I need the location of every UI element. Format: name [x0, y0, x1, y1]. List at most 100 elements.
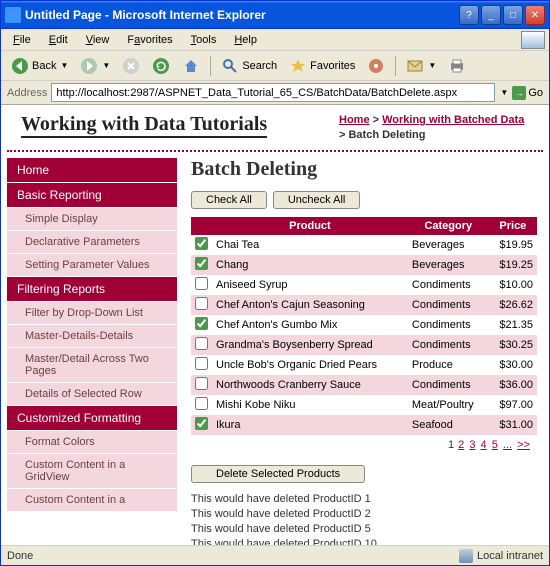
nav-format-colors[interactable]: Format Colors — [7, 431, 177, 454]
cell-category: Beverages — [408, 255, 489, 275]
table-row: Chai TeaBeverages$19.95 — [191, 235, 537, 255]
nav-declarative-parameters[interactable]: Declarative Parameters — [7, 231, 177, 254]
stop-icon — [122, 57, 140, 75]
address-label: Address — [7, 87, 47, 99]
row-checkbox[interactable] — [195, 317, 208, 330]
nav-customized-formatting[interactable]: Customized Formatting — [7, 406, 177, 431]
breadcrumb-home[interactable]: Home — [339, 114, 370, 126]
cell-category: Condiments — [408, 295, 489, 315]
refresh-icon — [152, 57, 170, 75]
status-right: Local intranet — [477, 550, 543, 562]
row-checkbox[interactable] — [195, 237, 208, 250]
pager-link[interactable]: 2 — [458, 439, 464, 451]
minimize-button[interactable]: _ — [481, 5, 501, 25]
nav-details-selected-row[interactable]: Details of Selected Row — [7, 383, 177, 406]
back-button[interactable]: Back▼ — [7, 55, 72, 77]
cell-product: Uncle Bob's Organic Dried Pears — [212, 355, 408, 375]
nav-simple-display[interactable]: Simple Display — [7, 208, 177, 231]
products-grid: Product Category Price Chai TeaBeverages… — [191, 217, 537, 435]
result-line: This would have deleted ProductID 2 — [191, 508, 537, 520]
menu-help[interactable]: Help — [226, 32, 265, 48]
go-icon: → — [512, 86, 526, 100]
toolbar-separator — [395, 56, 396, 76]
cell-category: Condiments — [408, 315, 489, 335]
pager-link[interactable]: 5 — [492, 439, 498, 451]
search-button[interactable]: Search — [217, 55, 281, 77]
nav-master-detail-two-pages[interactable]: Master/Detail Across Two Pages — [7, 348, 177, 383]
breadcrumb-batched[interactable]: Working with Batched Data — [382, 114, 524, 126]
print-button[interactable] — [444, 55, 470, 77]
ie-logo-icon — [521, 31, 545, 49]
row-checkbox[interactable] — [195, 357, 208, 370]
nav-master-details-details[interactable]: Master-Details-Details — [7, 325, 177, 348]
delete-selected-button[interactable]: Delete Selected Products — [191, 465, 365, 483]
sidebar: Home Basic Reporting Simple Display Decl… — [7, 158, 177, 545]
cell-price: $19.95 — [489, 235, 537, 255]
table-row: ChangBeverages$19.25 — [191, 255, 537, 275]
menu-view[interactable]: View — [78, 32, 118, 48]
help-button[interactable]: ? — [459, 5, 479, 25]
page-title: Working with Data Tutorials — [21, 113, 267, 138]
check-all-button[interactable]: Check All — [191, 191, 267, 209]
row-checkbox[interactable] — [195, 417, 208, 430]
row-checkbox[interactable] — [195, 397, 208, 410]
table-row: Grandma's Boysenberry SpreadCondiments$3… — [191, 335, 537, 355]
pager-current: 1 — [448, 439, 454, 451]
forward-button[interactable]: ▼ — [76, 55, 114, 77]
cell-price: $30.00 — [489, 355, 537, 375]
window-title: Untitled Page - Microsoft Internet Explo… — [25, 8, 459, 22]
titlebar: Untitled Page - Microsoft Internet Explo… — [1, 1, 549, 29]
stop-button[interactable] — [118, 55, 144, 77]
row-checkbox[interactable] — [195, 297, 208, 310]
nav-custom-content-gridview[interactable]: Custom Content in a GridView — [7, 454, 177, 489]
menu-file[interactable]: File — [5, 32, 39, 48]
pager-link[interactable]: >> — [517, 439, 530, 451]
cell-price: $36.00 — [489, 375, 537, 395]
cell-category: Condiments — [408, 275, 489, 295]
menu-favorites[interactable]: Favorites — [119, 32, 180, 48]
cell-price: $21.35 — [489, 315, 537, 335]
row-checkbox[interactable] — [195, 257, 208, 270]
col-category: Category — [408, 217, 489, 235]
main-panel: Batch Deleting Check All Uncheck All Pro… — [185, 158, 543, 545]
address-dropdown[interactable]: ▼ — [500, 88, 508, 97]
close-button[interactable]: ✕ — [525, 5, 545, 25]
nav-home[interactable]: Home — [7, 158, 177, 183]
media-button[interactable] — [363, 55, 389, 77]
cell-product: Ikura — [212, 415, 408, 435]
pager-link[interactable]: 4 — [481, 439, 487, 451]
nav-setting-parameter-values[interactable]: Setting Parameter Values — [7, 254, 177, 277]
row-checkbox[interactable] — [195, 337, 208, 350]
toolbar: Back▼ ▼ Search Favorites ▼ — [1, 51, 549, 81]
nav-filtering-reports[interactable]: Filtering Reports — [7, 277, 177, 302]
cell-price: $19.25 — [489, 255, 537, 275]
table-row: Uncle Bob's Organic Dried PearsProduce$3… — [191, 355, 537, 375]
pager-link[interactable]: ... — [503, 439, 512, 451]
result-line: This would have deleted ProductID 10 — [191, 538, 537, 545]
search-icon — [221, 57, 239, 75]
address-input[interactable] — [51, 83, 495, 102]
row-checkbox[interactable] — [195, 377, 208, 390]
menu-tools[interactable]: Tools — [183, 32, 225, 48]
cell-product: Chef Anton's Cajun Seasoning — [212, 295, 408, 315]
uncheck-all-button[interactable]: Uncheck All — [273, 191, 360, 209]
cell-category: Seafood — [408, 415, 489, 435]
table-row: Chef Anton's Cajun SeasoningCondiments$2… — [191, 295, 537, 315]
row-checkbox[interactable] — [195, 277, 208, 290]
cell-product: Chef Anton's Gumbo Mix — [212, 315, 408, 335]
result-line: This would have deleted ProductID 1 — [191, 493, 537, 505]
pager-link[interactable]: 3 — [469, 439, 475, 451]
cell-category: Produce — [408, 355, 489, 375]
menu-edit[interactable]: Edit — [41, 32, 76, 48]
nav-custom-content-partial[interactable]: Custom Content in a — [7, 489, 177, 512]
mail-button[interactable]: ▼ — [402, 55, 440, 77]
refresh-button[interactable] — [148, 55, 174, 77]
results-panel: This would have deleted ProductID 1 This … — [191, 493, 537, 545]
nav-basic-reporting[interactable]: Basic Reporting — [7, 183, 177, 208]
go-button[interactable]: → Go — [512, 86, 543, 100]
cell-price: $26.62 — [489, 295, 537, 315]
nav-filter-dropdown[interactable]: Filter by Drop-Down List — [7, 302, 177, 325]
favorites-button[interactable]: Favorites — [285, 55, 359, 77]
maximize-button[interactable]: □ — [503, 5, 523, 25]
home-button[interactable] — [178, 55, 204, 77]
